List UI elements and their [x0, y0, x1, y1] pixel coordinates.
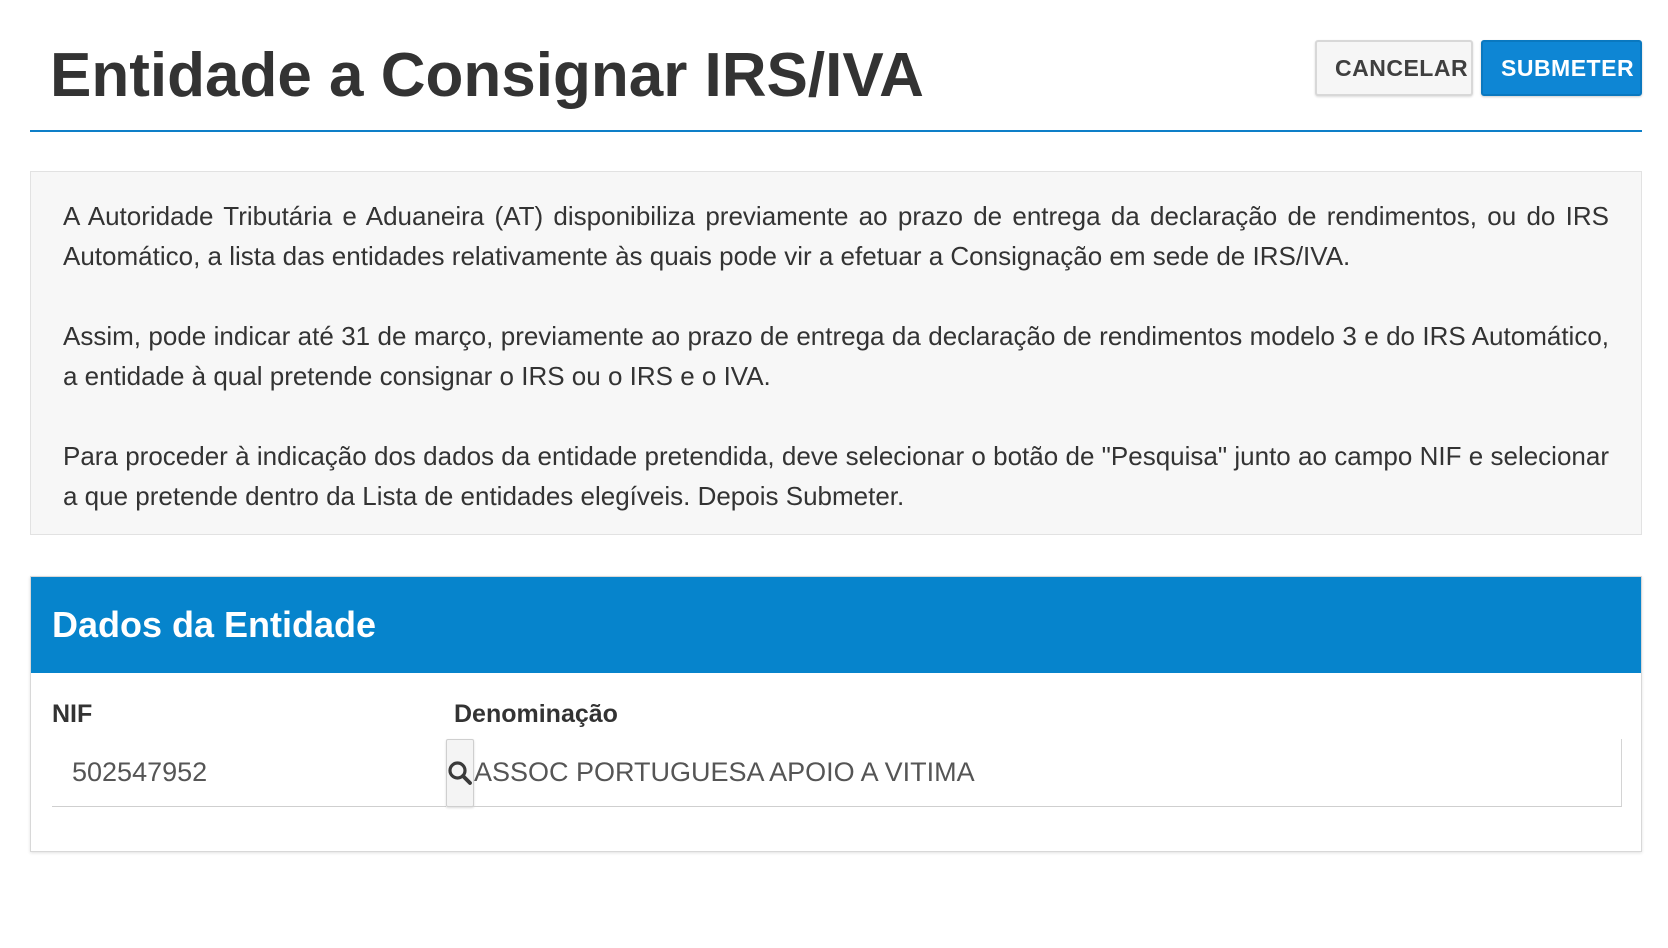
- info-paragraph: Para proceder à indicação dos dados da e…: [63, 441, 1609, 511]
- nif-label: NIF: [52, 700, 93, 728]
- info-box: A Autoridade Tributária e Aduaneira (AT)…: [30, 171, 1642, 535]
- denominacao-input[interactable]: [454, 739, 1622, 807]
- nif-field-group: NIF: [52, 699, 474, 807]
- info-paragraph: Assim, pode indicar até 31 de março, pre…: [63, 321, 1609, 391]
- submit-button[interactable]: SUBMETER: [1481, 40, 1642, 96]
- info-paragraph: A Autoridade Tributária e Aduaneira (AT)…: [63, 201, 1609, 271]
- cancel-button[interactable]: CANCELAR: [1315, 40, 1473, 96]
- nif-input-row: [52, 739, 474, 807]
- page-title: Entidade a Consignar IRS/IVA: [50, 41, 924, 110]
- header-actions: CANCELAR SUBMETER: [1315, 40, 1642, 96]
- panel-header: Dados da Entidade: [31, 577, 1641, 673]
- panel-title: Dados da Entidade: [52, 604, 377, 645]
- entity-data-panel: Dados da Entidade NIF Denominação: [30, 576, 1642, 852]
- page-header: Entidade a Consignar IRS/IVA CANCELAR SU…: [30, 0, 1642, 132]
- nif-input[interactable]: [52, 739, 446, 807]
- denominacao-field-group: Denominação: [454, 699, 1622, 807]
- denominacao-label: Denominação: [454, 700, 618, 728]
- denominacao-input-row: [454, 739, 1622, 807]
